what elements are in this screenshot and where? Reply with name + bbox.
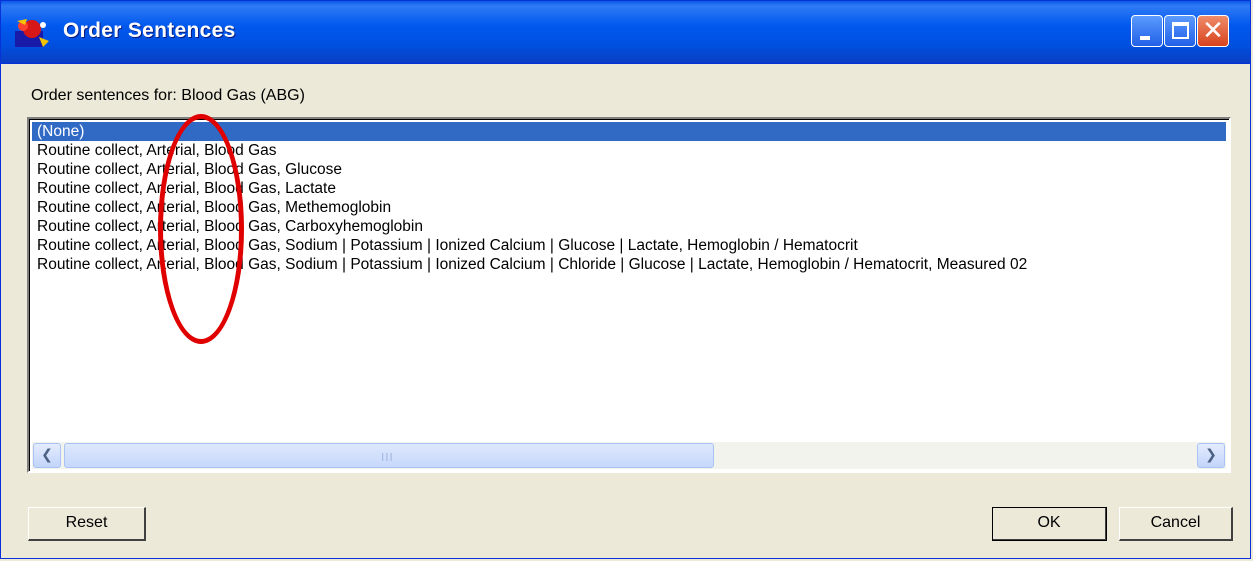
scroll-left-button[interactable]: ❮ xyxy=(33,443,61,468)
list-rows: (None) Routine collect, Arterial, Blood … xyxy=(32,122,1226,274)
order-sentences-list[interactable]: (None) Routine collect, Arterial, Blood … xyxy=(27,117,1231,473)
scrollbar-thumb[interactable]: III xyxy=(64,443,714,468)
reset-button[interactable]: Reset xyxy=(28,507,146,541)
horizontal-scrollbar[interactable]: ❮ III ❯ xyxy=(32,442,1226,469)
maximize-icon xyxy=(1172,22,1189,39)
order-sentences-window: Order Sentences ✕ Order sentences for: B… xyxy=(0,0,1251,559)
scroll-right-button[interactable]: ❯ xyxy=(1197,443,1225,468)
minimize-button[interactable] xyxy=(1131,15,1163,47)
ok-button[interactable]: OK xyxy=(992,507,1107,541)
close-icon: ✕ xyxy=(1202,16,1224,46)
list-item-none[interactable]: (None) xyxy=(32,122,1226,141)
maximize-button[interactable] xyxy=(1164,15,1196,47)
list-item[interactable]: Routine collect, Arterial, Blood Gas, Gl… xyxy=(32,160,1226,179)
order-sentences-label: Order sentences for: Blood Gas (ABG) xyxy=(31,87,305,104)
close-button[interactable]: ✕ xyxy=(1197,15,1229,47)
title-bar[interactable]: Order Sentences ✕ xyxy=(1,1,1250,64)
list-item[interactable]: Routine collect, Arterial, Blood Gas xyxy=(32,141,1226,160)
list-item[interactable]: Routine collect, Arterial, Blood Gas, Me… xyxy=(32,198,1226,217)
list-item[interactable]: Routine collect, Arterial, Blood Gas, So… xyxy=(32,255,1226,274)
chevron-right-icon: ❯ xyxy=(1205,447,1217,463)
minimize-icon xyxy=(1140,36,1150,40)
list-item[interactable]: Routine collect, Arterial, Blood Gas, So… xyxy=(32,236,1226,255)
cancel-button[interactable]: Cancel xyxy=(1119,507,1233,541)
scrollbar-grip: III xyxy=(381,451,394,464)
chevron-left-icon: ❮ xyxy=(41,447,53,463)
list-item[interactable]: Routine collect, Arterial, Blood Gas, Ca… xyxy=(32,217,1226,236)
list-item[interactable]: Routine collect, Arterial, Blood Gas, La… xyxy=(32,179,1226,198)
app-logo-icon xyxy=(15,19,49,47)
window-title: Order Sentences xyxy=(63,19,236,42)
